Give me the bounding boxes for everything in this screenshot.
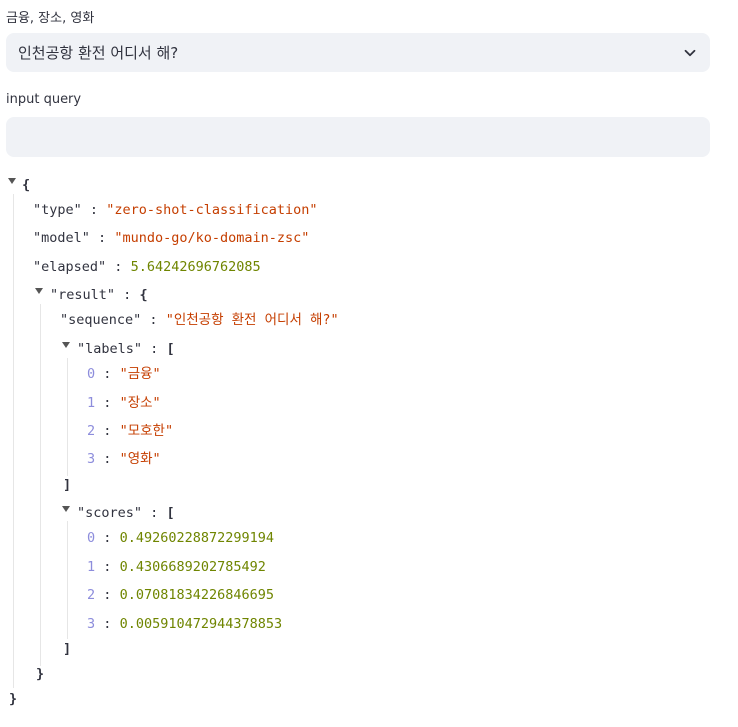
type-key: "type" (33, 202, 82, 218)
elapsed-value: 5.64242696762085 (130, 259, 261, 275)
classification-selectbox[interactable]: 인천공항 환전 어디서 해? (6, 33, 710, 72)
json-row-sequence: "sequence" : "인천공항 환전 어디서 해?" (60, 312, 339, 328)
json-row-result: "result" : { (50, 287, 148, 303)
root-close: } (9, 691, 18, 707)
collapse-result-icon[interactable] (35, 288, 43, 294)
json-row-type: "type" : "zero-shot-classification" (33, 202, 318, 218)
label-item: 0 : "금융" (87, 366, 161, 382)
indent-guide (40, 304, 41, 666)
indent-guide (13, 194, 14, 688)
collapse-labels-icon[interactable] (62, 342, 70, 348)
input-query-label: input query (6, 92, 82, 107)
result-close: } (36, 666, 45, 682)
json-row-scores: "scores" : [ (77, 505, 175, 521)
json-row-labels: "labels" : [ (77, 341, 175, 357)
score-item: 1 : 0.4306689202785492 (87, 559, 266, 575)
score-item: 2 : 0.07081834226846695 (87, 587, 274, 603)
indent-guide (67, 521, 68, 639)
json-row-elapsed: "elapsed" : 5.64242696762085 (33, 259, 261, 275)
score-item: 3 : 0.005910472944378853 (87, 616, 283, 632)
json-viewer: { "type" : "zero-shot-classification" "m… (0, 0, 738, 727)
labels-key: "labels" (77, 341, 143, 357)
json-row-model: "model" : "mundo-go/ko-domain-zsc" (33, 230, 310, 246)
scores-close: ] (63, 641, 72, 657)
label-item: 3 : "영화" (87, 451, 161, 467)
sequence-value: "인천공항 환전 어디서 해?" (165, 312, 339, 328)
type-value: "zero-shot-classification" (106, 202, 318, 218)
selectbox-label: 금융, 장소, 영화 (6, 11, 95, 26)
scores-key: "scores" (77, 505, 143, 521)
label-item: 1 : "장소" (87, 395, 161, 411)
label-item: 2 : "모호한" (87, 423, 174, 439)
chevron-down-icon[interactable] (682, 45, 698, 61)
result-key: "result" (50, 287, 116, 303)
elapsed-key: "elapsed" (33, 259, 107, 275)
model-value: "mundo-go/ko-domain-zsc" (114, 230, 310, 246)
collapse-scores-icon[interactable] (62, 506, 70, 512)
query-input[interactable] (6, 117, 710, 157)
root-open: { (22, 177, 31, 193)
sequence-key: "sequence" (60, 312, 142, 328)
indent-guide (67, 358, 68, 476)
collapse-root-icon[interactable] (8, 178, 16, 184)
score-item: 0 : 0.49260228872299194 (87, 530, 274, 546)
selectbox-value: 인천공항 환전 어디서 해? (18, 44, 179, 62)
labels-close: ] (63, 477, 72, 493)
model-key: "model" (33, 230, 90, 246)
